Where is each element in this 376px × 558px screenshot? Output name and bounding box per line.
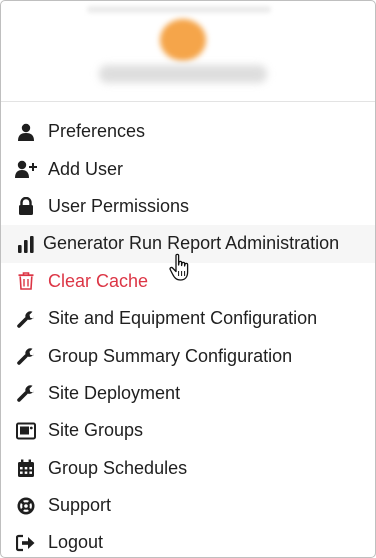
- menu-item-user-permissions[interactable]: User Permissions: [1, 188, 375, 225]
- menu-item-label: Logout: [48, 532, 104, 553]
- wrench-icon: [15, 309, 37, 329]
- image-icon: [15, 421, 37, 441]
- menu-item-add-user[interactable]: Add User: [1, 150, 375, 187]
- menu-item-support[interactable]: Support: [1, 487, 375, 524]
- lock-icon: [15, 196, 37, 216]
- menu-item-label: Site and Equipment Configuration: [48, 308, 318, 329]
- menu-item-group-schedules[interactable]: Group Schedules: [1, 450, 375, 487]
- profile-header: [1, 1, 375, 102]
- menu-item-label: Group Summary Configuration: [48, 345, 293, 366]
- bar-chart-icon: [15, 234, 37, 254]
- menu-item-label: Preferences: [48, 121, 146, 142]
- blurred-user-name: [99, 65, 267, 83]
- menu-item-site-groups[interactable]: Site Groups: [1, 412, 375, 449]
- life-ring-icon: [15, 496, 37, 516]
- trash-icon: [15, 271, 37, 291]
- menu-item-label: User Permissions: [48, 195, 190, 216]
- wrench-icon: [15, 346, 37, 366]
- blurred-header-band: [87, 6, 271, 13]
- sign-out-icon: [15, 533, 37, 553]
- user-dropdown-menu: Preferences Add User User Permissions Ge…: [0, 0, 376, 558]
- menu-item-label: Add User: [48, 158, 124, 179]
- menu-item-label: Group Schedules: [48, 457, 188, 478]
- menu-item-logout[interactable]: Logout: [1, 524, 375, 557]
- menu-item-label: Generator Run Report Administration: [43, 233, 340, 254]
- wrench-icon: [15, 383, 37, 403]
- menu-list: Preferences Add User User Permissions Ge…: [1, 113, 375, 557]
- menu-item-preferences[interactable]: Preferences: [1, 113, 375, 150]
- menu-item-group-summary-configuration[interactable]: Group Summary Configuration: [1, 337, 375, 374]
- menu-item-label: Support: [48, 495, 112, 516]
- menu-item-label: Site Deployment: [48, 382, 181, 403]
- user-plus-icon: [15, 159, 37, 179]
- avatar[interactable]: [160, 19, 206, 61]
- user-icon: [15, 122, 37, 142]
- calendar-icon: [15, 458, 37, 478]
- hand-pointer-cursor-icon: [169, 253, 189, 281]
- menu-item-label: Clear Cache: [48, 270, 149, 291]
- menu-item-site-deployment[interactable]: Site Deployment: [1, 375, 375, 412]
- menu-item-label: Site Groups: [48, 420, 144, 441]
- menu-item-site-and-equipment-configuration[interactable]: Site and Equipment Configuration: [1, 300, 375, 337]
